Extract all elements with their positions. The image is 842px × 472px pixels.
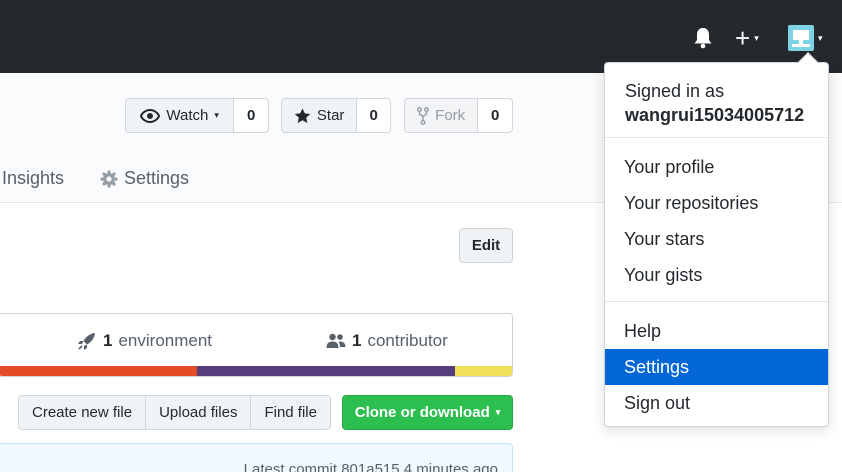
watch-button-group: Watch ▾ 0 — [125, 98, 269, 133]
tab-insights[interactable]: Insights — [2, 168, 64, 189]
plus-icon: + — [735, 23, 751, 53]
environment-label: environment — [118, 331, 213, 350]
language-segment[interactable] — [454, 366, 512, 376]
fork-label: Fork — [435, 107, 466, 124]
bell-icon-svg — [694, 28, 712, 49]
menu-item-help[interactable]: Help — [605, 313, 828, 349]
file-actions-group: Create new file Upload files Find file — [18, 395, 331, 430]
watch-button[interactable]: Watch ▾ — [126, 99, 235, 132]
menu-item-your-stars[interactable]: Your stars — [605, 221, 828, 257]
fork-icon — [417, 106, 430, 125]
chevron-down-icon: ▾ — [495, 407, 501, 417]
latest-commit-text[interactable]: Latest commit 801a515 4 minutes ago — [244, 461, 498, 472]
eye-icon — [140, 108, 161, 123]
people-icon — [326, 333, 346, 348]
chevron-down-icon: ▾ — [818, 32, 823, 43]
environments-link[interactable]: 1 environment — [77, 331, 212, 351]
contributor-label: contributor — [367, 331, 448, 350]
tab-settings-label: Settings — [124, 168, 190, 188]
user-dropdown-menu: Signed in as wangrui15034005712 Your pro… — [604, 52, 829, 427]
menu-item-your-repositories[interactable]: Your repositories — [605, 185, 828, 221]
dropdown-divider — [605, 301, 828, 302]
tab-insights-label: Insights — [2, 168, 65, 188]
star-count[interactable]: 0 — [357, 99, 390, 132]
clone-or-download-button[interactable]: Clone or download ▾ — [342, 395, 513, 430]
fork-button-group: Fork 0 — [404, 98, 513, 133]
clone-label: Clone or download — [354, 404, 490, 421]
menu-item-your-gists[interactable]: Your gists — [605, 257, 828, 293]
star-button[interactable]: Star — [282, 99, 358, 132]
signed-in-header: Signed in as wangrui15034005712 — [625, 79, 804, 127]
repo-summary: 1 environment 1 contributor — [0, 313, 513, 377]
edit-button[interactable]: Edit — [459, 228, 513, 263]
star-label: Star — [316, 107, 345, 124]
language-bar[interactable] — [0, 366, 512, 376]
user-menu-button[interactable]: ▾ — [788, 25, 832, 51]
signed-in-username: wangrui15034005712 — [625, 105, 805, 125]
create-new-menu-button[interactable]: + ▾ — [735, 23, 771, 53]
language-segment[interactable] — [0, 366, 197, 376]
fork-count[interactable]: 0 — [478, 99, 512, 132]
gear-icon — [100, 170, 118, 187]
fork-button[interactable]: Fork — [405, 99, 479, 132]
signed-in-label: Signed in as — [625, 81, 725, 101]
find-file-button[interactable]: Find file — [251, 396, 330, 429]
create-new-file-button[interactable]: Create new file — [19, 396, 147, 429]
chevron-down-icon: ▾ — [214, 110, 219, 120]
commit-tease: Latest commit 801a515 4 minutes ago — [0, 443, 513, 472]
star-button-group: Star 0 — [281, 98, 391, 133]
menu-item-sign-out[interactable]: Sign out — [605, 385, 828, 421]
rocket-icon — [78, 333, 95, 350]
star-icon — [294, 108, 311, 123]
watch-label: Watch — [166, 107, 209, 124]
contributors-link[interactable]: 1 contributor — [326, 331, 448, 351]
watch-count[interactable]: 0 — [234, 99, 268, 132]
dropdown-divider — [605, 137, 828, 138]
environment-count: 1 — [103, 331, 113, 350]
avatar — [788, 25, 814, 51]
menu-item-your-profile[interactable]: Your profile — [605, 149, 828, 185]
contributor-count: 1 — [352, 331, 362, 350]
bell-icon[interactable] — [693, 26, 715, 50]
tab-settings[interactable]: Settings — [100, 168, 189, 189]
chevron-down-icon: ▾ — [754, 33, 759, 43]
upload-files-button[interactable]: Upload files — [146, 396, 252, 429]
menu-item-settings[interactable]: Settings — [605, 349, 828, 385]
language-segment[interactable] — [196, 366, 455, 376]
